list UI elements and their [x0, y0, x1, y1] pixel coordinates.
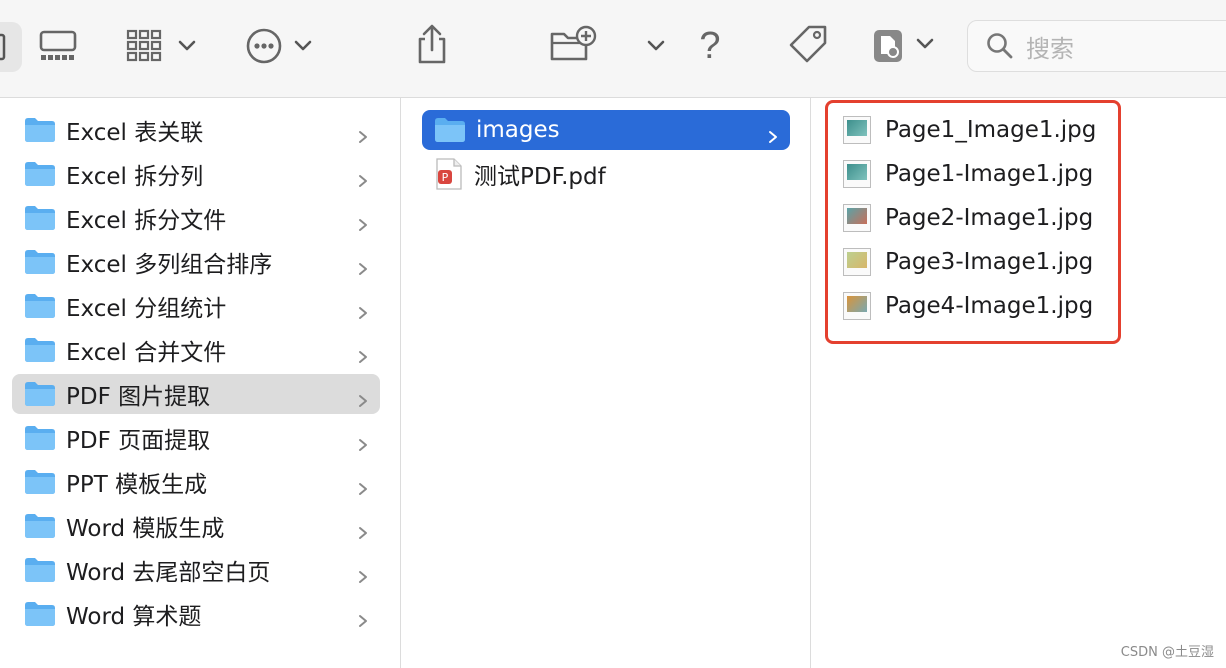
folder-row[interactable]: Word 模版生成	[12, 506, 380, 546]
file-row[interactable]: P 测试PDF.pdf	[422, 154, 790, 194]
chevron-right-icon	[356, 431, 370, 451]
chevron-right-icon	[356, 123, 370, 143]
folder-icon	[24, 469, 56, 495]
file-label: 测试PDF.pdf	[474, 164, 606, 190]
folder-row[interactable]: Excel 多列组合排序	[12, 242, 380, 282]
search-icon	[986, 32, 1014, 60]
chevron-right-icon	[766, 123, 780, 143]
folder-row[interactable]: PDF 图片提取	[12, 374, 380, 414]
help-icon[interactable]: ?	[690, 20, 730, 72]
folder-label: Word 模版生成	[66, 516, 225, 542]
chevron-right-icon	[356, 343, 370, 363]
toolbar: ? 搜索	[0, 0, 1226, 98]
chevron-right-icon	[356, 475, 370, 495]
folder-row[interactable]: Excel 拆分文件	[12, 198, 380, 238]
folder-icon	[24, 601, 56, 627]
folder-icon	[24, 337, 56, 363]
folder-row[interactable]: Word 去尾部空白页	[12, 550, 380, 590]
watermark: CSDN @土豆湿	[1120, 645, 1214, 660]
folder-icon	[24, 425, 56, 451]
column-pdf-contents: images P 测试PDF.pdf	[401, 98, 811, 668]
folder-row[interactable]: Excel 表关联	[12, 110, 380, 150]
folder-icon	[24, 557, 56, 583]
document-icon[interactable]	[870, 26, 940, 66]
folder-label: PDF 图片提取	[66, 384, 211, 410]
folder-icon	[24, 249, 56, 275]
folder-label: PDF 页面提取	[66, 428, 211, 454]
folder-icon	[24, 205, 56, 231]
chevron-right-icon	[356, 519, 370, 539]
folder-row[interactable]: Word 算术题	[12, 594, 380, 634]
highlight-box	[825, 100, 1121, 344]
chevron-right-icon	[356, 387, 370, 407]
group-view-icon[interactable]	[124, 26, 202, 66]
folder-label: Word 算术题	[66, 604, 202, 630]
folder-label: Excel 拆分文件	[66, 208, 227, 234]
more-actions-icon[interactable]	[244, 24, 318, 68]
folder-label: Excel 多列组合排序	[66, 252, 273, 278]
search-field[interactable]: 搜索	[967, 20, 1226, 72]
gallery-view-icon[interactable]	[36, 26, 80, 66]
folder-row[interactable]: Excel 合并文件	[12, 330, 380, 370]
pdf-file-icon: P	[434, 158, 464, 190]
new-folder-icon[interactable]	[548, 24, 600, 66]
folder-label: Excel 表关联	[66, 120, 204, 146]
chevron-down-icon[interactable]	[644, 34, 668, 58]
folder-row[interactable]: PPT 模板生成	[12, 462, 380, 502]
folder-label: PPT 模板生成	[66, 472, 208, 498]
sidebar-icon[interactable]	[0, 22, 22, 72]
column-folders: Excel 表关联 Excel 拆分列 Excel 拆分文件 Excel 多列组合排序…	[0, 98, 401, 668]
folder-label: Excel 合并文件	[66, 340, 227, 366]
folder-label: Excel 拆分列	[66, 164, 204, 190]
folder-icon	[434, 117, 466, 143]
svg-text:P: P	[442, 171, 449, 184]
chevron-right-icon	[356, 211, 370, 231]
chevron-right-icon	[356, 167, 370, 187]
chevron-right-icon	[356, 255, 370, 275]
share-icon[interactable]	[412, 22, 452, 66]
folder-row[interactable]: PDF 页面提取	[12, 418, 380, 458]
folder-icon	[24, 513, 56, 539]
search-placeholder[interactable]: 搜索	[1026, 29, 1074, 64]
tag-icon[interactable]	[786, 22, 832, 68]
folder-row[interactable]: images	[422, 110, 790, 150]
folder-icon	[24, 161, 56, 187]
folder-label: Excel 分组统计	[66, 296, 227, 322]
folder-icon	[24, 381, 56, 407]
folder-icon	[24, 293, 56, 319]
folder-label: images	[476, 117, 560, 143]
folder-label: Word 去尾部空白页	[66, 560, 271, 586]
chevron-right-icon	[356, 607, 370, 627]
folder-row[interactable]: Excel 分组统计	[12, 286, 380, 326]
folder-icon	[24, 117, 56, 143]
folder-row[interactable]: Excel 拆分列	[12, 154, 380, 194]
chevron-right-icon	[356, 299, 370, 319]
chevron-right-icon	[356, 563, 370, 583]
